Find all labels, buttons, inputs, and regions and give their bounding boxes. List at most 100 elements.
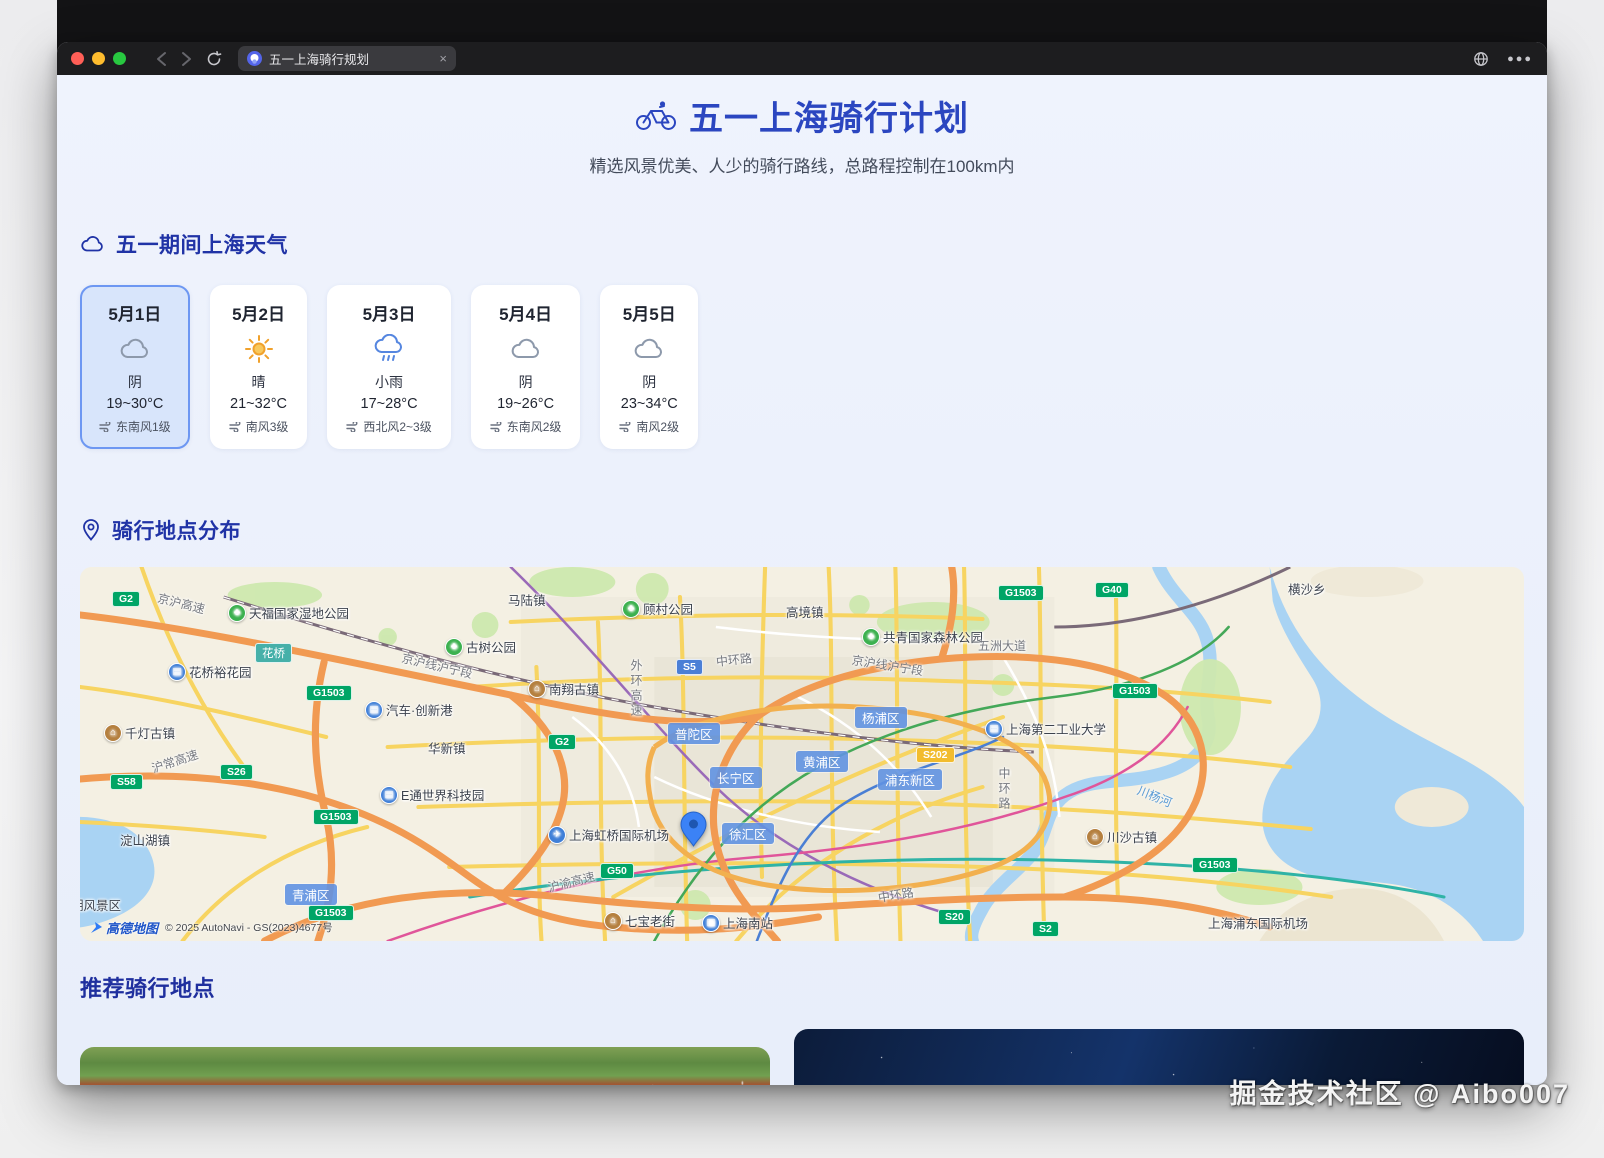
map-label-d: 浦东新区 (878, 769, 943, 790)
weather-rain-icon (346, 331, 431, 367)
map-label-t: ▤ 汽车·创新港 (365, 700, 453, 719)
page-subtitle: 精选风景优美、人少的骑行路线，总路程控制在100km内 (589, 157, 1015, 176)
map-label-rn: 五洲大道 (978, 639, 1027, 653)
tree-poi-icon: ♣ (622, 599, 640, 618)
map-label-rn: 沪常高速 (149, 747, 200, 776)
map-label-ry: S202 (916, 747, 955, 763)
weather-card-day5[interactable]: 5月5日阴 23~34°C 南风2级 (600, 285, 699, 449)
bldg-poi-icon: ▤ (380, 785, 398, 804)
forward-icon (182, 51, 191, 66)
browser-titlebar: 五一上海骑行规划 × ●●● (57, 42, 1547, 75)
recommend-card-flower-field-photo[interactable] (80, 1047, 770, 1085)
map-section-title: 骑行地点分布 (112, 520, 241, 543)
back-button[interactable] (156, 51, 167, 67)
tab-favicon (247, 51, 262, 66)
map-label-t: ▤ E通世界科技园 (380, 785, 484, 804)
weather-condition: 阴 (642, 374, 657, 390)
weather-card-day1[interactable]: 5月1日阴 19~30°C 东南风1级 (80, 285, 190, 449)
wind-icon (99, 421, 111, 432)
map-label-t: 华新镇 (428, 742, 466, 756)
map-label-rg: S20 (938, 909, 971, 925)
map-label-rg: S2 (1032, 921, 1059, 937)
map-label-rn: 京沪线沪宁段 (850, 653, 925, 679)
map-label-rg: G2 (112, 591, 141, 607)
traffic-lights (71, 52, 126, 65)
weather-date: 5月2日 (232, 305, 285, 324)
map-label-t: ▣ 上海南站 (702, 913, 773, 932)
map-label-d: 普陀区 (668, 723, 720, 744)
close-window-button[interactable] (71, 52, 84, 65)
weather-condition: 晴 (251, 374, 266, 390)
map-label-t: 淀山湖风景区 (80, 899, 122, 913)
tree-poi-icon: ♣ (445, 637, 463, 656)
map-label-t: ▤ 上海第二工业大学 (985, 719, 1106, 738)
weather-date: 5月1日 (108, 305, 162, 324)
location-pin-icon (83, 519, 99, 541)
weather-condition: 小雨 (375, 374, 404, 390)
map-labels-layer: G2 京沪高速 ♣ 天福国家湿地公园 马陆镇 ♣ 顾村公园 ♣ 古树公园 花桥 ▤ 花桥裕花园 京沪线沪… (80, 567, 1524, 941)
map-label-t: 上海浦东国际机场 (1208, 917, 1309, 931)
map-label-t: ♣ 古树公园 (445, 637, 516, 656)
map-label-rg: S26 (220, 764, 253, 780)
map-label-t: ♣ 共青国家森林公园 (862, 627, 983, 646)
page-title: 五一上海骑行计划 (689, 100, 969, 138)
wind-icon (619, 421, 631, 432)
wind-icon (228, 421, 241, 432)
globe-icon[interactable] (1473, 51, 1489, 67)
screenshot-canvas: 五一上海骑行规划 × ●●● 五一上海骑行计划 精选风景优美、人少的骑行路线，总… (0, 0, 1604, 1158)
weather-wind: 西北风2~3级 (346, 418, 432, 435)
map-label-t: ⌂ 千灯古镇 (104, 723, 175, 742)
weather-date: 5月3日 (362, 305, 416, 324)
forward-button[interactable] (181, 51, 192, 67)
map-attribution: 高德地图 © 2025 AutoNavi - GS(2023)4677号 (90, 918, 333, 937)
weather-wind: 南风3级 (228, 418, 288, 435)
map-label-d: 青浦区 (285, 884, 337, 905)
tab-close-button[interactable]: × (439, 52, 447, 65)
map-label-t: ⌂ 七宝老街 (604, 911, 675, 930)
amap-logo: 高德地图 (90, 918, 158, 937)
weather-cloudy-icon (490, 331, 562, 367)
map-label-d: 徐汇区 (722, 823, 774, 844)
bldg-poi-icon: ▤ (985, 719, 1003, 738)
weather-cloudy-icon (619, 331, 679, 367)
map-label-t: ⌂ 南翔古镇 (528, 679, 599, 698)
weather-cloudy-icon (99, 331, 171, 367)
weather-card-day2[interactable]: 5月2日晴 21~32°C 南风3级 (209, 285, 308, 449)
old-poi-icon: ⌂ (1086, 827, 1104, 846)
weather-sunny-icon (229, 331, 289, 367)
map-canvas[interactable]: G2 京沪高速 ♣ 天福国家湿地公园 马陆镇 ♣ 顾村公园 ♣ 古树公园 花桥 ▤ 花桥裕花园 京沪线沪… (80, 567, 1524, 941)
wind-icon (490, 421, 502, 432)
amap-logo-icon (91, 922, 102, 933)
browser-window: 五一上海骑行规划 × ●●● 五一上海骑行计划 精选风景优美、人少的骑行路线，总… (57, 42, 1547, 1085)
back-icon (157, 51, 166, 66)
weather-condition: 阴 (518, 374, 533, 390)
map-label-t: 马陆镇 (508, 594, 546, 608)
map-label-rn: 中环路 (997, 767, 1011, 812)
map-label-t: 高境镇 (786, 606, 824, 620)
map-label-rn: 中环路 (876, 885, 915, 905)
browser-tab[interactable]: 五一上海骑行规划 × (238, 46, 456, 71)
bicycle-icon (636, 100, 676, 130)
map-label-tb: 花桥 (255, 643, 292, 663)
weather-card-day3[interactable]: 5月3日 小雨 17~28°C 西北风2~3级 (327, 285, 451, 449)
plane-poi-icon: ✈ (548, 825, 566, 844)
reload-button[interactable] (206, 50, 222, 67)
watermark: 掘金技术社区 @ Aibo007 (1229, 1079, 1570, 1109)
map-label-rg: G1503 (998, 585, 1044, 601)
map-copyright: © 2025 AutoNavi - GS(2023)4677号 (165, 922, 333, 934)
map-label-rg: G40 (1095, 582, 1129, 598)
weather-card-day4[interactable]: 5月4日阴 19~26°C 东南风2级 (470, 285, 581, 449)
wind-icon (346, 421, 358, 432)
map-label-d: 杨浦区 (855, 707, 907, 728)
old-poi-icon: ⌂ (104, 723, 122, 742)
page-content: 五一上海骑行计划 精选风景优美、人少的骑行路线，总路程控制在100km内 五一期… (57, 75, 1547, 1085)
fullscreen-window-button[interactable] (113, 52, 126, 65)
minimize-window-button[interactable] (92, 52, 105, 65)
map-label-d: 长宁区 (710, 767, 762, 788)
map-label-rn: 中环路 (715, 651, 753, 669)
map-label-rg: G50 (600, 863, 634, 879)
map-label-rn: 京沪高速 (156, 591, 207, 617)
browser-menu-button[interactable]: ●●● (1507, 53, 1533, 65)
map-pin[interactable] (680, 811, 707, 847)
weather-condition: 阴 (127, 374, 142, 390)
